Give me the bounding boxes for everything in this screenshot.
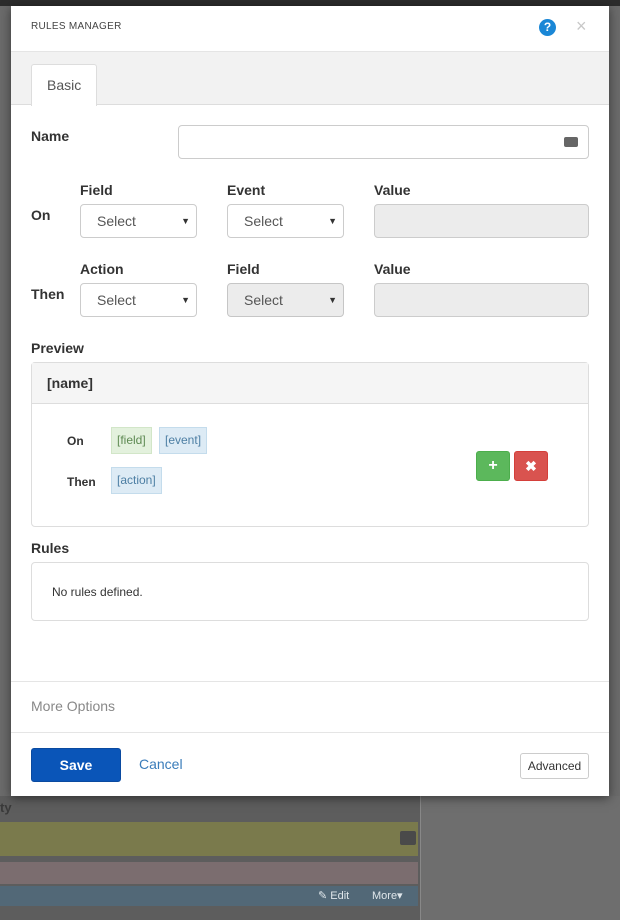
add-rule-button[interactable]: + (476, 451, 510, 481)
divider (11, 681, 609, 682)
tab-bar: Basic (11, 52, 609, 106)
then-action-select-value: Select (97, 292, 136, 308)
caret-down-icon: ▼ (328, 216, 337, 226)
background-dots-icon (400, 831, 416, 845)
cancel-button[interactable]: Cancel (139, 756, 183, 772)
background-action-bar: ✎ Edit More▾ (0, 886, 418, 906)
then-value-label: Value (374, 261, 411, 277)
background-right-panel (420, 796, 620, 920)
x-icon: ✖ (525, 458, 537, 474)
then-action-select[interactable]: Select ▼ (80, 283, 197, 317)
help-icon[interactable]: ? (539, 19, 556, 36)
preview-header: [name] (32, 363, 588, 404)
then-field-select-value: Select (244, 292, 283, 308)
preview-panel: [name] On [field] [event] Then [action] … (31, 362, 589, 527)
rules-manager-dialog: RULES MANAGER ? × Basic Name Field Event… (11, 6, 609, 796)
background-more-link: More▾ (372, 890, 403, 902)
on-event-select[interactable]: Select ▼ (227, 204, 344, 238)
caret-down-icon: ▼ (328, 295, 337, 305)
name-input[interactable] (178, 125, 589, 159)
dialog-title: RULES MANAGER (31, 21, 122, 32)
on-event-label: Event (227, 182, 266, 198)
then-label: Then (31, 286, 65, 302)
preview-field-tag: [field] (111, 427, 152, 454)
on-field-select-value: Select (97, 213, 136, 229)
background-label: ty (0, 800, 12, 815)
on-value-label: Value (374, 182, 411, 198)
on-field-label: Field (80, 182, 113, 198)
preview-event-tag: [event] (159, 427, 208, 454)
save-button[interactable]: Save (31, 748, 121, 782)
rules-empty-text: No rules defined. (52, 585, 143, 599)
then-value-input[interactable] (374, 283, 589, 317)
preview-action-tag: [action] (111, 467, 162, 494)
then-field-label: Field (227, 261, 260, 277)
on-value-input[interactable] (374, 204, 589, 238)
ellipsis-icon[interactable] (564, 133, 578, 147)
preview-then-label: Then (67, 475, 96, 489)
plus-icon: + (488, 457, 498, 474)
preview-on-label: On (67, 434, 84, 448)
tab-basic[interactable]: Basic (31, 64, 98, 106)
preview-label: Preview (31, 340, 84, 356)
on-event-select-value: Select (244, 213, 283, 229)
then-field-select: Select ▼ (227, 283, 344, 317)
rules-label: Rules (31, 540, 70, 556)
on-label: On (31, 207, 51, 223)
background-edit-link: ✎ Edit (318, 890, 350, 902)
rules-list: No rules defined. (31, 562, 589, 621)
dialog-header: RULES MANAGER ? × (11, 6, 609, 52)
on-field-select[interactable]: Select ▼ (80, 204, 197, 238)
advanced-button[interactable]: Advanced (520, 753, 589, 779)
background-row (0, 862, 418, 884)
close-icon[interactable]: × (576, 16, 587, 36)
divider (11, 732, 609, 733)
more-options-toggle[interactable]: More Options (31, 698, 115, 714)
remove-rule-button[interactable]: ✖ (514, 451, 548, 481)
background-row-highlight (0, 822, 418, 856)
then-action-label: Action (80, 261, 124, 277)
name-label: Name (31, 128, 70, 144)
caret-down-icon: ▼ (181, 295, 190, 305)
caret-down-icon: ▼ (181, 216, 190, 226)
